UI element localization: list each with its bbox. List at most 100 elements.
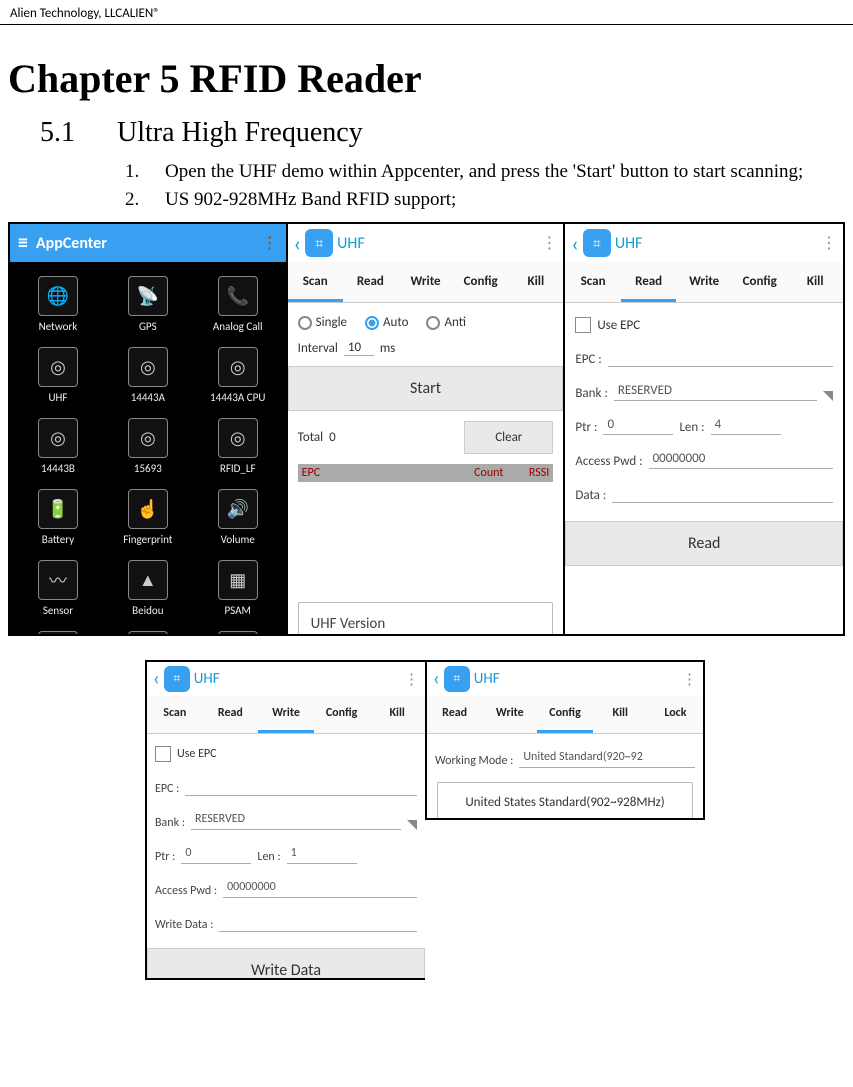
write-body: Use EPC EPC : Bank : RESERVED Ptr : 0 Le… bbox=[147, 734, 425, 980]
use-epc-row[interactable]: Use EPC bbox=[575, 309, 833, 341]
app-item[interactable]: 〰Sensor bbox=[14, 554, 102, 623]
app-item[interactable]: ◎ 14443A CPU bbox=[194, 341, 282, 410]
tab-write[interactable]: Write bbox=[258, 696, 314, 733]
app-icon: ▩ bbox=[128, 631, 168, 634]
more-icon[interactable]: ⋮ bbox=[262, 233, 278, 253]
write-data-input[interactable] bbox=[219, 914, 417, 932]
interval-input[interactable]: 10 bbox=[344, 340, 374, 356]
tab-kill[interactable]: Kill bbox=[787, 262, 843, 302]
len-input[interactable]: 4 bbox=[711, 417, 781, 435]
radio-single[interactable]: Single bbox=[298, 315, 347, 330]
tab-read[interactable]: Read bbox=[621, 262, 677, 302]
app-item[interactable]: 📡GPS bbox=[104, 270, 192, 339]
ptr-input[interactable]: 0 bbox=[181, 846, 251, 864]
tab-write[interactable]: Write bbox=[398, 262, 453, 302]
app-icon: 🔊 bbox=[218, 489, 258, 529]
app-item[interactable]: 🔊Volume bbox=[194, 483, 282, 552]
back-icon[interactable]: ‹ bbox=[153, 667, 160, 691]
write-data-field: Write Data : bbox=[155, 906, 417, 940]
write-data-button[interactable]: Write Data bbox=[147, 948, 425, 980]
app-item[interactable]: 📷Camera bbox=[14, 625, 102, 634]
start-button[interactable]: Start bbox=[288, 366, 564, 411]
app-item[interactable]: 📞Analog Call bbox=[194, 270, 282, 339]
app-item[interactable]: ◎15693 bbox=[104, 412, 192, 481]
more-icon[interactable]: ⋮ bbox=[541, 233, 557, 253]
len-input[interactable]: 1 bbox=[287, 846, 357, 864]
dropdown-icon[interactable] bbox=[823, 391, 833, 401]
pwd-input[interactable]: 00000000 bbox=[649, 451, 833, 469]
app-icon: ◎ bbox=[218, 347, 258, 387]
version-popup[interactable]: UHF Version bbox=[298, 602, 554, 634]
scan-body: Single Auto Anti Interval 10 ms Start To… bbox=[288, 303, 564, 634]
bank-select[interactable]: RESERVED bbox=[191, 812, 401, 830]
pwd-label: Access Pwd : bbox=[155, 884, 217, 898]
app-item[interactable]: ◎UHF bbox=[14, 341, 102, 410]
radio-anti[interactable]: Anti bbox=[426, 315, 465, 330]
screenshot-appcenter: ≡ AppCenter ⋮ 🌐Network📡GPS📞Analog Call◎U… bbox=[10, 224, 288, 634]
radio-label: Anti bbox=[444, 315, 465, 330]
tab-read[interactable]: Read bbox=[343, 262, 398, 302]
tab-kill[interactable]: Kill bbox=[508, 262, 563, 302]
working-mode-option[interactable]: United States Standard(902~928MHz) bbox=[437, 782, 693, 820]
col-rssi: RSSI bbox=[503, 466, 549, 480]
working-mode-select[interactable]: United Standard(920~92 bbox=[519, 750, 695, 768]
bank-select[interactable]: RESERVED bbox=[614, 383, 817, 401]
use-epc-row[interactable]: Use EPC bbox=[155, 738, 417, 770]
screenshot-row-2: ‹ ⌗ UHF ⋮ Scan Read Write Config Kill Us… bbox=[145, 660, 853, 980]
app-label: 14443A CPU bbox=[210, 391, 265, 404]
dropdown-icon[interactable] bbox=[407, 820, 417, 830]
data-input[interactable] bbox=[612, 485, 833, 503]
back-icon[interactable]: ‹ bbox=[294, 230, 301, 257]
tab-write[interactable]: Write bbox=[482, 696, 537, 733]
checkbox-icon[interactable] bbox=[155, 746, 171, 762]
more-icon[interactable]: ⋮ bbox=[682, 670, 697, 689]
app-icon: ◎ bbox=[128, 347, 168, 387]
tab-scan[interactable]: Scan bbox=[565, 262, 621, 302]
clear-button[interactable]: Clear bbox=[464, 421, 553, 454]
radio-auto[interactable]: Auto bbox=[365, 315, 408, 330]
app-item[interactable]: ◎ RFID_LF bbox=[194, 412, 282, 481]
app-item[interactable]: ▦PSAM bbox=[194, 554, 282, 623]
tab-config[interactable]: Config bbox=[537, 696, 592, 733]
instruction-list: 1. Open the UHF demo within Appcenter, a… bbox=[125, 159, 853, 212]
epc-input[interactable] bbox=[608, 349, 833, 367]
app-item[interactable]: ▲Beidou bbox=[104, 554, 192, 623]
app-item[interactable]: N))NFC bbox=[194, 625, 282, 634]
pwd-input[interactable]: 00000000 bbox=[223, 880, 417, 898]
checkbox-icon[interactable] bbox=[575, 317, 591, 333]
tab-read[interactable]: Read bbox=[427, 696, 482, 733]
tab-write[interactable]: Write bbox=[676, 262, 732, 302]
back-icon[interactable]: ‹ bbox=[433, 667, 440, 691]
menu-icon[interactable]: ≡ bbox=[18, 231, 28, 255]
section-title: 5.1 Ultra High Frequency bbox=[40, 117, 853, 149]
chapter-title: Chapter 5 RFID Reader bbox=[8, 55, 853, 102]
tab-scan[interactable]: Scan bbox=[288, 262, 343, 302]
app-item[interactable]: 🌐Network bbox=[14, 270, 102, 339]
app-icon: ◎ bbox=[38, 418, 78, 458]
more-icon[interactable]: ⋮ bbox=[404, 670, 419, 689]
total-value: 0 bbox=[329, 430, 336, 445]
app-label: RFID_LF bbox=[220, 462, 256, 475]
read-button[interactable]: Read bbox=[565, 521, 843, 566]
epc-input[interactable] bbox=[185, 778, 417, 796]
app-item[interactable]: ◎14443A bbox=[104, 341, 192, 410]
app-icon: ◎ bbox=[218, 418, 258, 458]
app-icon: 〰 bbox=[38, 560, 78, 600]
tab-config[interactable]: Config bbox=[732, 262, 788, 302]
back-icon[interactable]: ‹ bbox=[571, 230, 578, 257]
app-item[interactable]: ▩Camera ba… bbox=[104, 625, 192, 634]
tab-read[interactable]: Read bbox=[203, 696, 259, 733]
app-item[interactable]: ◎ 14443B bbox=[14, 412, 102, 481]
tab-lock[interactable]: Lock bbox=[648, 696, 703, 733]
app-label: 14443B bbox=[41, 462, 75, 475]
data-field: Data : bbox=[575, 477, 833, 511]
tab-config[interactable]: Config bbox=[453, 262, 508, 302]
tab-kill[interactable]: Kill bbox=[593, 696, 648, 733]
tab-kill[interactable]: Kill bbox=[369, 696, 425, 733]
more-icon[interactable]: ⋮ bbox=[821, 233, 837, 253]
ptr-input[interactable]: 0 bbox=[603, 417, 673, 435]
app-item[interactable]: ☝Fingerprint bbox=[104, 483, 192, 552]
tab-config[interactable]: Config bbox=[314, 696, 370, 733]
tab-scan[interactable]: Scan bbox=[147, 696, 203, 733]
app-item[interactable]: 🔋Battery bbox=[14, 483, 102, 552]
